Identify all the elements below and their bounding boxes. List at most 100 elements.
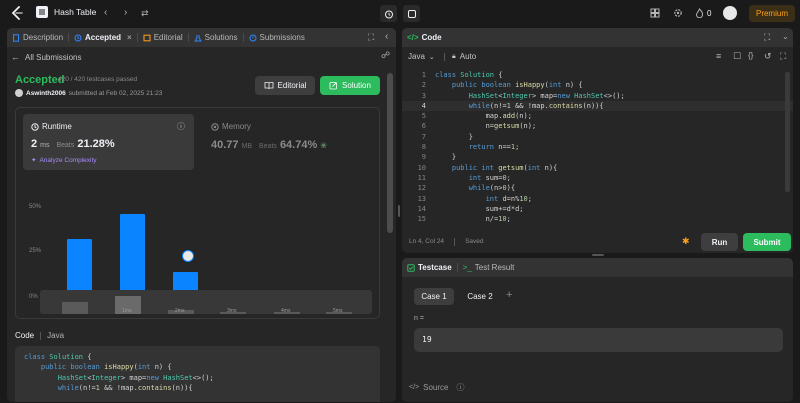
submitted-code-block[interactable]: class Solution { public boolean isHappy(… [15, 346, 380, 402]
scrollbar-thumb[interactable] [387, 73, 393, 233]
analyze-complexity-link[interactable]: ✦ Analyze Complexity [31, 156, 97, 165]
debug-icon[interactable]: ✱ [682, 236, 690, 247]
memory-value: 40.77 [211, 139, 239, 151]
fire-streak-icon[interactable] [695, 8, 704, 18]
author-name[interactable]: Aswinth2006 [26, 90, 66, 97]
format-icon[interactable]: ≡ [716, 51, 721, 61]
runtime-box[interactable]: Runtime ⓘ 2 ms Beats 21.28% ✦ Analyze Co… [23, 114, 194, 170]
code-header: Code Java [15, 331, 64, 340]
line-number: 5 [421, 112, 426, 121]
tab-solutions[interactable]: Solutions [189, 28, 243, 47]
doc-icon [13, 33, 19, 42]
author-avatar [15, 89, 23, 97]
tab-editorial[interactable]: Editorial [138, 28, 188, 47]
code-tab-bar: </> Code ⛶ ⌄ [402, 28, 793, 47]
autocomplete-toggle[interactable]: 🔒︎ Auto [452, 52, 476, 61]
line-number: 13 [417, 194, 426, 203]
shuffle-icon[interactable]: ⇄ [141, 7, 149, 19]
language-select[interactable]: Java ⌄ [408, 52, 435, 61]
info-icon[interactable]: ⓘ [177, 121, 185, 132]
your-submission-avatar[interactable] [182, 250, 194, 262]
book-icon [143, 34, 151, 41]
settings-gear-icon[interactable] [673, 8, 683, 18]
code-line: class Solution { [24, 353, 92, 361]
testcase-tab-bar: Testcase >_ Test Result [402, 258, 793, 277]
overview-label: 1ms [122, 308, 132, 314]
bookmark-icon[interactable]: ☐ [733, 51, 741, 62]
overview-label: 4ms [281, 308, 291, 314]
collapse-left-icon[interactable]: ‹ [385, 31, 388, 42]
overview-label: 2ms [175, 308, 185, 314]
leetcode-logo-icon[interactable] [10, 6, 24, 20]
runtime-bar[interactable] [67, 238, 92, 297]
arrow-left-icon: ← [11, 52, 20, 62]
range-overview[interactable]: 1ms 2ms 3ms 4ms 5ms [40, 290, 372, 314]
lock-icon: 🔒︎ [452, 52, 456, 60]
overview-bar [62, 302, 88, 314]
braces-icon[interactable]: {} [748, 51, 753, 60]
testcases-passed: 420 / 420 testcases passed [58, 76, 138, 83]
code-line: public boolean isHappy(int n) { [40, 363, 172, 372]
share-link-icon[interactable]: ☍ [381, 50, 390, 61]
book-icon [264, 82, 273, 90]
terminal-icon: >_ [462, 263, 472, 272]
run-button[interactable]: Run [701, 233, 738, 251]
tab-submissions[interactable]: Submissions [244, 28, 310, 47]
user-avatar[interactable] [723, 6, 737, 20]
y-tick-label: 0% [29, 294, 38, 300]
submit-button[interactable]: Submit [743, 233, 791, 251]
runtime-beats-value: 21.28% [77, 138, 115, 150]
y-tick-label: 50% [29, 204, 42, 210]
problem-list-button[interactable]: Hash Table [36, 6, 96, 18]
maximize-icon[interactable]: ⛶ [368, 32, 374, 43]
tab-description[interactable]: Description [7, 28, 68, 47]
prev-problem-icon[interactable]: ‹ [104, 7, 107, 19]
next-problem-icon[interactable]: › [124, 7, 127, 19]
line-number: 1 [421, 71, 426, 79]
reset-icon[interactable]: ↺ [764, 51, 772, 62]
input-value-field[interactable]: 19 [414, 328, 783, 352]
add-case-icon[interactable]: + [506, 289, 512, 301]
left-tab-bar: Description Accepted × Editorial Solutio… [7, 28, 396, 47]
chevron-down-icon: ⌄ [428, 53, 435, 61]
code-line: while(n!=1 && !map.contains(n)){ [57, 383, 193, 392]
help-icon: ⓘ [456, 383, 465, 392]
maximize-icon[interactable]: ⛶ [764, 32, 770, 43]
tab-testcase[interactable]: Testcase [402, 258, 457, 277]
memory-beats-value: 64.74% [279, 139, 318, 151]
list-icon [36, 6, 48, 18]
tab-test-result[interactable]: >_ Test Result [458, 258, 520, 277]
memory-unit: MB [241, 143, 253, 150]
solution-button[interactable]: Solution [320, 76, 380, 95]
timer-button[interactable] [380, 5, 397, 22]
runtime-value: 2 [31, 138, 38, 150]
memory-box[interactable]: Memory [211, 122, 251, 131]
submitted-time: submitted at Feb 02, 2025 21:23 [68, 89, 163, 97]
left-panel: Description Accepted × Editorial Solutio… [7, 28, 396, 402]
editor-scrollbar[interactable] [785, 72, 790, 192]
layout-grid-icon[interactable] [650, 8, 660, 18]
tab-code[interactable]: </> Code [402, 28, 447, 47]
line-number: 2 [421, 81, 426, 90]
fullscreen-icon[interactable]: ⛶ [780, 51, 786, 62]
editorial-button[interactable]: Editorial [255, 76, 315, 95]
panel-resize-handle[interactable] [592, 254, 604, 256]
collapse-icon[interactable]: ⌄ [782, 32, 789, 41]
code-editor[interactable]: class Solution { public boolean isHappy(… [435, 70, 625, 224]
case-2-tab[interactable]: Case 2 [460, 288, 500, 305]
source-link[interactable]: </> Source ⓘ [409, 382, 464, 393]
line-number: 8 [421, 143, 426, 152]
tab-accepted[interactable]: Accepted × [69, 28, 137, 47]
code-language: Java [47, 331, 65, 340]
notes-button[interactable] [403, 5, 420, 22]
alarm-icon [384, 10, 393, 18]
top-bar: Hash Table ‹ › ⇄ 0 Premium [0, 0, 800, 27]
runtime-bar[interactable] [120, 214, 145, 297]
all-submissions-link[interactable]: ← All Submissions [11, 52, 81, 62]
panel-resize-handle[interactable] [398, 205, 400, 217]
runtime-beats-label: Beats [56, 142, 75, 149]
premium-button[interactable]: Premium [749, 5, 795, 22]
case-1-tab[interactable]: Case 1 [414, 288, 454, 305]
close-tab-icon[interactable]: × [127, 33, 132, 42]
code-line: HashSet<Integer> map=new HashSet<>(); [57, 373, 214, 382]
